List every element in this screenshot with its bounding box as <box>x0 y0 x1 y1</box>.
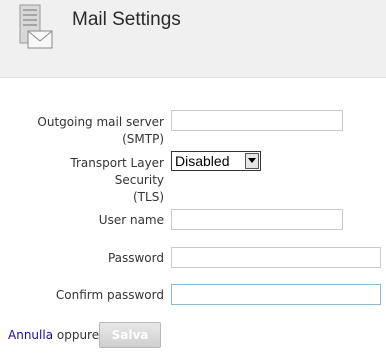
smtp-label: Outgoing mail server (SMTP) <box>37 115 164 146</box>
save-button[interactable]: Salva <box>99 322 161 348</box>
smtp-server-input[interactable] <box>171 110 343 131</box>
page-title: Mail Settings <box>72 9 181 30</box>
tls-select[interactable]: Disabled <box>171 151 261 171</box>
chevron-down-icon[interactable] <box>245 153 259 169</box>
password-label: Password <box>107 251 164 265</box>
page-header: Mail Settings <box>0 0 386 78</box>
tls-label: Transport Layer Security (TLS) <box>70 156 164 204</box>
confirm-password-input[interactable] <box>171 284 381 305</box>
password-input[interactable] <box>171 247 381 268</box>
tls-selected-value: Disabled <box>175 153 230 169</box>
username-label: User name <box>98 213 164 227</box>
or-text: oppure <box>56 328 100 342</box>
mail-server-icon <box>10 3 62 55</box>
cancel-link[interactable]: Annulla <box>8 328 53 342</box>
confirm-password-label: Confirm password <box>55 288 164 302</box>
username-input[interactable] <box>171 209 343 230</box>
form-actions: Annulla oppure <box>8 323 99 347</box>
